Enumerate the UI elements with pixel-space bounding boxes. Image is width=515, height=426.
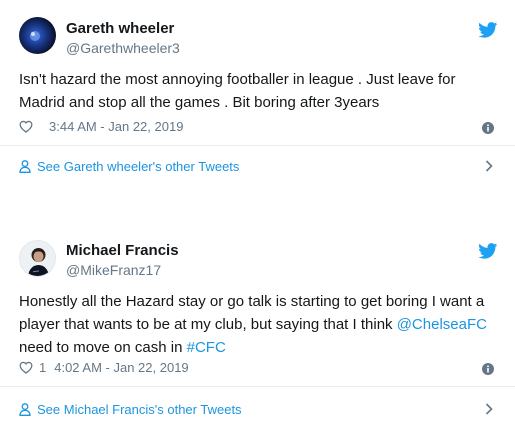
see-other-tweets-label[interactable]: See Michael Francis's other Tweets [37, 402, 242, 417]
person-icon [19, 402, 31, 416]
chevron-right-icon[interactable] [485, 160, 493, 172]
see-other-tweets-link[interactable]: See Gareth wheeler's other Tweets [19, 155, 515, 177]
author-handle[interactable]: @Garethwheeler3 [66, 40, 180, 56]
tweet-meta: 3:44 AM - Jan 22, 2019 [19, 119, 183, 134]
divider [0, 145, 515, 146]
tweet-timestamp[interactable]: 3:44 AM - Jan 22, 2019 [49, 119, 183, 134]
chevron-right-icon[interactable] [485, 403, 493, 415]
heart-icon[interactable] [19, 120, 33, 133]
tweet-text: Isn't hazard the most annoying footballe… [19, 71, 456, 111]
avatar-image [30, 31, 40, 41]
mention-link[interactable]: @ChelseaFC [397, 316, 487, 333]
twitter-bird-icon[interactable] [478, 243, 498, 259]
tweet-text: Honestly all the Hazard stay or go talk … [19, 290, 499, 359]
info-icon[interactable] [482, 122, 494, 134]
avatar-image [20, 241, 55, 276]
author-name[interactable]: Gareth wheeler [66, 20, 174, 37]
tweet-timestamp[interactable]: 4:02 AM - Jan 22, 2019 [54, 360, 188, 375]
avatar[interactable] [19, 240, 56, 277]
info-icon[interactable] [482, 363, 494, 375]
avatar[interactable] [19, 17, 56, 54]
author-name[interactable]: Michael Francis [66, 242, 179, 259]
tweet-card: Michael Francis @MikeFranz17 Honestly al… [0, 228, 515, 426]
see-other-tweets-link[interactable]: See Michael Francis's other Tweets [19, 398, 515, 420]
tweet-meta: 1 4:02 AM - Jan 22, 2019 [19, 360, 189, 375]
divider [0, 386, 515, 387]
twitter-bird-icon[interactable] [478, 22, 498, 38]
tweet-card: Gareth wheeler @Garethwheeler3 Isn't haz… [0, 0, 515, 185]
like-count[interactable]: 1 [39, 360, 46, 375]
separator-gap [0, 185, 515, 228]
author-handle[interactable]: @MikeFranz17 [66, 262, 161, 278]
tweet-text-body: need to move on cash in [19, 339, 187, 356]
heart-icon[interactable] [19, 361, 33, 374]
person-icon [19, 159, 31, 173]
hashtag-link[interactable]: #CFC [187, 339, 226, 356]
see-other-tweets-label[interactable]: See Gareth wheeler's other Tweets [37, 159, 239, 174]
